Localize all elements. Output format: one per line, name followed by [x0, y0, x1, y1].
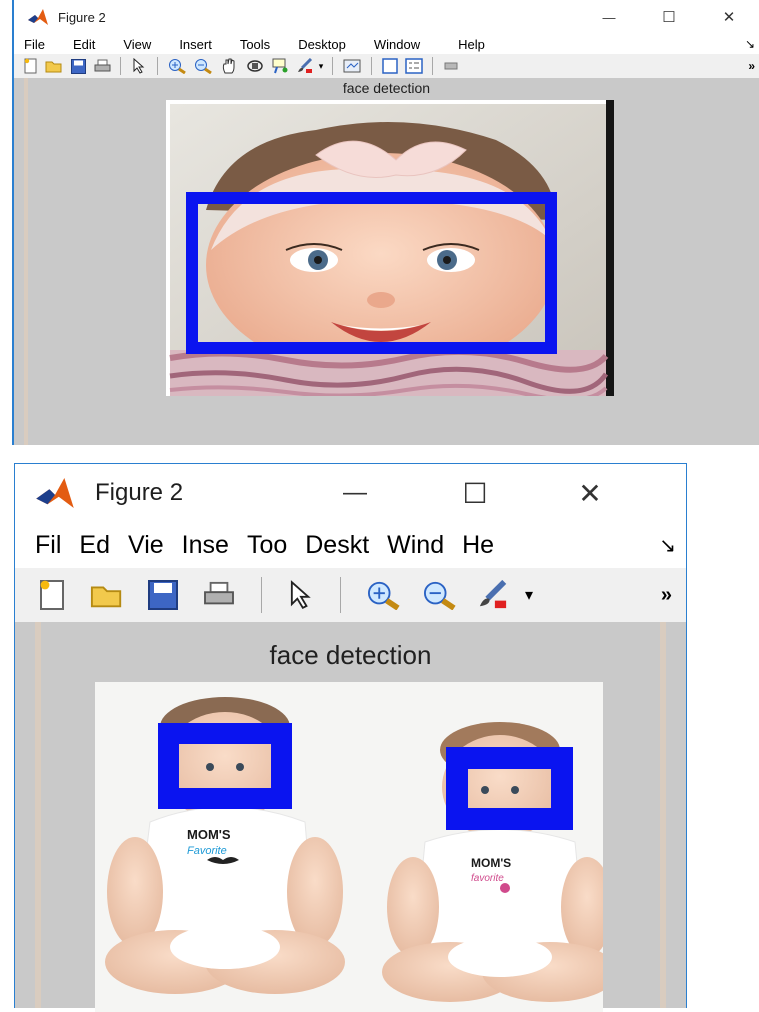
onesie-text-left-1: MOM'S	[187, 827, 231, 842]
maximize-icon: ☐	[662, 9, 676, 26]
hide-tools-icon[interactable]	[439, 61, 463, 71]
close-button[interactable]: ✕	[699, 0, 759, 34]
axes-title: face detection	[342, 80, 431, 96]
menu-window[interactable]: Window	[374, 37, 420, 52]
brush-icon[interactable]	[467, 580, 519, 610]
minimize-icon: —	[602, 9, 616, 25]
zoom-in-icon[interactable]	[164, 58, 190, 74]
pointer-arrow-icon[interactable]	[127, 58, 151, 74]
window-title: Figure 2	[58, 9, 106, 25]
toolbar-overflow-icon[interactable]: »	[748, 59, 755, 73]
maximize-button[interactable]: ☐	[639, 0, 699, 34]
matlab-logo-icon	[28, 9, 48, 25]
toolbar: ▾ »	[14, 54, 759, 79]
pointer-arrow-icon[interactable]	[276, 580, 326, 610]
rotate-3d-icon[interactable]	[242, 58, 268, 74]
onesie-text-right-2: favorite	[471, 873, 504, 884]
save-icon[interactable]	[135, 580, 191, 610]
data-cursor-icon[interactable]	[268, 58, 294, 74]
open-file-icon[interactable]	[42, 59, 66, 73]
open-file-icon[interactable]	[79, 581, 135, 609]
canvas-edge-strip	[660, 622, 666, 1008]
detected-image: MOM'S Favorite MOM'S favorite	[95, 682, 603, 1012]
print-icon[interactable]	[191, 581, 247, 609]
toolbar: ▾ »	[15, 568, 686, 623]
zoom-out-icon[interactable]	[190, 58, 216, 74]
toolbar-separator	[371, 57, 372, 75]
menu-file[interactable]: Fil	[35, 531, 61, 560]
detected-image	[166, 100, 614, 396]
menu-insert[interactable]: Inse	[182, 531, 229, 560]
menu-window[interactable]: Wind	[387, 531, 444, 560]
menu-bar: File Edit View Insert Tools Desktop Wind…	[14, 34, 759, 54]
new-figure-icon[interactable]	[20, 58, 42, 74]
menu-edit[interactable]: Edit	[73, 37, 95, 52]
title-bar[interactable]: Figure 2 — ☐ ✕	[14, 0, 759, 34]
minimize-icon: —	[343, 479, 367, 506]
zoom-out-icon[interactable]	[411, 580, 467, 610]
figure-canvas: face detection	[14, 78, 759, 445]
maximize-icon: ☐	[462, 477, 488, 509]
link-plot-icon[interactable]	[339, 58, 365, 74]
menu-view[interactable]: View	[123, 37, 151, 52]
menu-bar: Fil Ed Vie Inse Too Deskt Wind He ↘	[15, 522, 686, 568]
close-icon: ✕	[722, 9, 736, 26]
new-figure-icon[interactable]	[27, 579, 79, 611]
figure-window-2: Figure 2 — ☐ ✕ Fil Ed Vie Inse Too Deskt…	[14, 463, 687, 1012]
menu-tools[interactable]: Too	[247, 531, 287, 560]
dropdown-arrow-icon[interactable]: ▾	[316, 61, 326, 72]
toolbar-separator	[432, 57, 433, 75]
canvas-edge-strip	[35, 622, 41, 1008]
menu-help[interactable]: Help	[458, 37, 485, 52]
close-button[interactable]: ✕	[535, 464, 645, 522]
toolbar-separator	[157, 57, 158, 75]
toolbar-separator	[120, 57, 121, 75]
menu-desktop[interactable]: Desktop	[298, 37, 346, 52]
dropdown-arrow-icon[interactable]: ▾	[519, 585, 539, 605]
face-detection-box-2	[446, 747, 573, 830]
colorbar-icon[interactable]	[378, 58, 402, 74]
menu-help[interactable]: He	[462, 531, 494, 560]
minimize-button[interactable]: —	[579, 0, 639, 34]
menu-edit[interactable]: Ed	[79, 531, 110, 560]
toolbar-separator	[340, 577, 341, 613]
menu-tools[interactable]: Tools	[240, 37, 270, 52]
legend-icon[interactable]	[402, 58, 426, 74]
menu-overflow-icon[interactable]: ↘	[745, 37, 755, 51]
title-bar[interactable]: Figure 2 — ☐ ✕	[15, 464, 686, 522]
save-icon[interactable]	[66, 58, 90, 74]
menu-view[interactable]: Vie	[128, 531, 164, 560]
menu-desktop[interactable]: Deskt	[305, 531, 369, 560]
toolbar-separator	[261, 577, 262, 613]
face-detection-box	[186, 192, 557, 354]
onesie-text-right-1: MOM'S	[471, 856, 511, 870]
pan-hand-icon[interactable]	[216, 58, 242, 74]
print-icon[interactable]	[90, 59, 114, 74]
face-detection-box-1	[158, 723, 292, 809]
brush-icon[interactable]	[294, 58, 316, 74]
axes-title: face detection	[269, 640, 432, 670]
figure-canvas: face detection MOM'S Favorite MOM'S favo…	[15, 622, 686, 1012]
onesie-text-left-2: Favorite	[187, 845, 227, 857]
menu-overflow-icon[interactable]: ↘	[659, 533, 676, 558]
minimize-button[interactable]: —	[295, 464, 415, 522]
matlab-logo-icon	[36, 478, 74, 508]
menu-file[interactable]: File	[24, 37, 45, 52]
menu-insert[interactable]: Insert	[179, 37, 212, 52]
close-icon: ✕	[578, 477, 602, 509]
toolbar-overflow-icon[interactable]: »	[661, 584, 672, 607]
maximize-button[interactable]: ☐	[415, 464, 535, 522]
zoom-in-icon[interactable]	[355, 580, 411, 610]
canvas-edge-strip	[24, 78, 28, 445]
window-title: Figure 2	[95, 479, 184, 506]
figure-window-1: Figure 2 — ☐ ✕ File Edit View Insert Too…	[12, 0, 759, 445]
toolbar-separator	[332, 57, 333, 75]
